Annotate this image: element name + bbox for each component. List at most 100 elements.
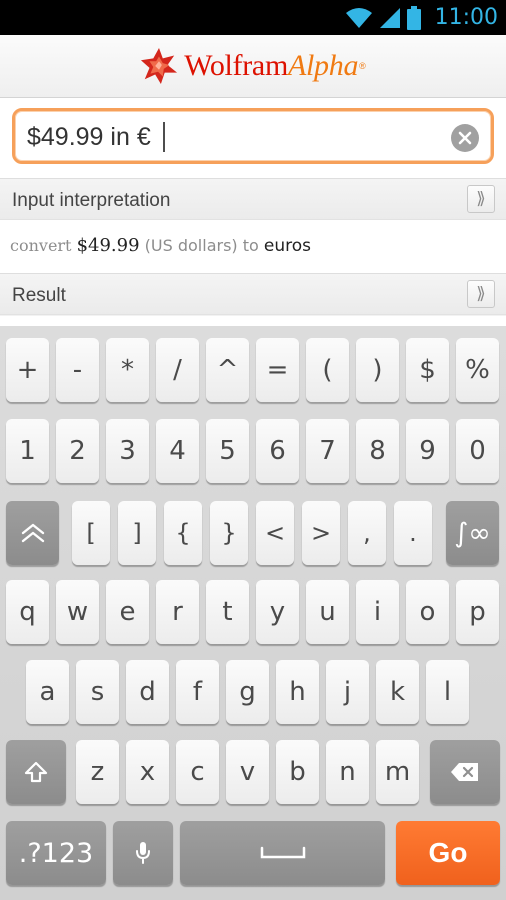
logo-registered-mark: ® [359, 60, 366, 71]
key-r[interactable]: r [156, 580, 199, 644]
key-open-brace[interactable]: { [164, 501, 202, 565]
key-space[interactable] [180, 821, 385, 885]
battery-icon [406, 5, 421, 30]
key-f[interactable]: f [176, 660, 219, 724]
keyboard: + - * / ^ = ( ) $ % 1 2 3 4 5 6 7 8 9 0 … [0, 326, 506, 900]
interp-word-convert: convert [10, 236, 72, 255]
interpretation-text: convert $49.99 (US dollars) to euros [10, 235, 311, 256]
key-z[interactable]: z [76, 740, 119, 804]
key-8[interactable]: 8 [356, 419, 399, 483]
pod-title: Result [12, 285, 66, 306]
wifi-icon [345, 7, 372, 28]
search-box[interactable] [12, 108, 494, 164]
key-backspace[interactable] [430, 740, 500, 804]
key-g[interactable]: g [226, 660, 269, 724]
key-period[interactable]: . [394, 501, 432, 565]
key-plus[interactable]: + [6, 338, 49, 402]
key-t[interactable]: t [206, 580, 249, 644]
key-a[interactable]: a [26, 660, 69, 724]
double-chevron-up-icon [21, 523, 44, 543]
key-close-paren[interactable]: ) [356, 338, 399, 402]
expand-pod-button[interactable]: ⟫ [467, 280, 495, 308]
search-input[interactable] [27, 120, 447, 154]
key-less-than[interactable]: < [256, 501, 294, 565]
status-bar: 11:00 [0, 0, 506, 35]
key-open-bracket[interactable]: [ [72, 501, 110, 565]
key-asterisk[interactable]: * [106, 338, 149, 402]
key-v[interactable]: v [226, 740, 269, 804]
key-c[interactable]: c [176, 740, 219, 804]
key-greater-than[interactable]: > [302, 501, 340, 565]
key-symbols[interactable]: .?123 [6, 821, 106, 885]
key-o[interactable]: o [406, 580, 449, 644]
interp-unit: (US dollars) [144, 236, 238, 255]
key-x[interactable]: x [126, 740, 169, 804]
key-close-bracket[interactable]: ] [118, 501, 156, 565]
key-shift[interactable] [6, 740, 66, 804]
key-u[interactable]: u [306, 580, 349, 644]
key-dollar[interactable]: $ [406, 338, 449, 402]
interp-amount: $49.99 [76, 235, 140, 256]
key-m[interactable]: m [376, 740, 419, 804]
key-q[interactable]: q [6, 580, 49, 644]
app-header: WolframAlpha® [0, 35, 506, 98]
expand-pod-button[interactable]: ⟫ [467, 185, 495, 213]
clear-button[interactable] [451, 124, 479, 152]
logo-wordmark: WolframAlpha [184, 49, 358, 82]
status-icons: 11:00 [345, 0, 498, 35]
key-percent[interactable]: % [456, 338, 499, 402]
key-math-functions[interactable]: ∫∞ [446, 501, 499, 565]
shift-arrow-icon [24, 761, 48, 783]
app-logo: WolframAlpha® [184, 49, 366, 83]
interp-target: euros [263, 236, 312, 256]
key-1[interactable]: 1 [6, 419, 49, 483]
pod-title: Input interpretation [12, 190, 171, 211]
go-button[interactable]: Go [396, 821, 500, 885]
key-equals[interactable]: = [256, 338, 299, 402]
key-open-paren[interactable]: ( [306, 338, 349, 402]
key-b[interactable]: b [276, 740, 319, 804]
key-close-brace[interactable]: } [210, 501, 248, 565]
search-area [0, 98, 506, 178]
key-voice-input[interactable] [113, 821, 173, 885]
signal-icon [379, 7, 400, 28]
text-cursor [163, 122, 165, 152]
logo-word-alpha: Alpha [287, 49, 359, 82]
key-6[interactable]: 6 [256, 419, 299, 483]
space-bar-icon [260, 846, 305, 859]
backspace-icon [451, 763, 478, 781]
key-y[interactable]: y [256, 580, 299, 644]
key-5[interactable]: 5 [206, 419, 249, 483]
key-0[interactable]: 0 [456, 419, 499, 483]
key-9[interactable]: 9 [406, 419, 449, 483]
key-4[interactable]: 4 [156, 419, 199, 483]
key-p[interactable]: p [456, 580, 499, 644]
key-slash[interactable]: / [156, 338, 199, 402]
key-minus[interactable]: - [56, 338, 99, 402]
pod-input-interpretation-header: Input interpretation ⟫ [0, 178, 506, 220]
key-d[interactable]: d [126, 660, 169, 724]
key-2[interactable]: 2 [56, 419, 99, 483]
key-k[interactable]: k [376, 660, 419, 724]
key-collapse[interactable] [6, 501, 59, 565]
key-n[interactable]: n [326, 740, 369, 804]
pod-result-header: Result ⟫ [0, 273, 506, 315]
key-caret[interactable]: ^ [206, 338, 249, 402]
key-7[interactable]: 7 [306, 419, 349, 483]
key-l[interactable]: l [426, 660, 469, 724]
key-w[interactable]: w [56, 580, 99, 644]
clock: 11:00 [434, 5, 498, 30]
key-h[interactable]: h [276, 660, 319, 724]
key-comma[interactable]: , [348, 501, 386, 565]
interp-word-to: to [242, 236, 259, 255]
key-j[interactable]: j [326, 660, 369, 724]
microphone-icon [136, 842, 150, 864]
close-icon [458, 131, 472, 145]
key-s[interactable]: s [76, 660, 119, 724]
logo-word-wolfram: Wolfram [184, 49, 288, 82]
wolfram-spikey-icon [141, 47, 178, 85]
key-3[interactable]: 3 [106, 419, 149, 483]
pod-input-interpretation-body: convert $49.99 (US dollars) to euros [0, 220, 506, 273]
key-e[interactable]: e [106, 580, 149, 644]
key-i[interactable]: i [356, 580, 399, 644]
